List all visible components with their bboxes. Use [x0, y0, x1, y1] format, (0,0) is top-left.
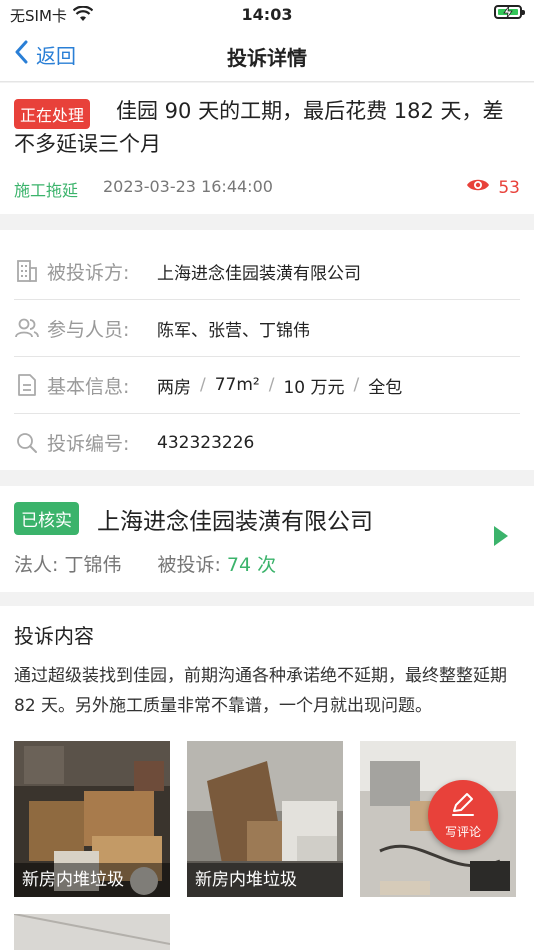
complaint-datetime: 2023-03-23 16:44:00 — [103, 177, 273, 196]
participants-row: 参与人员: 陈军、张营、丁锦伟 — [14, 300, 520, 357]
clock: 14:03 — [241, 5, 293, 24]
pen-icon — [450, 791, 476, 821]
category-tag: 施工拖延 — [14, 181, 79, 200]
complaint-title-continued: 不多延误三个月 — [14, 132, 161, 156]
photo-4[interactable] — [14, 914, 170, 950]
company-meta: 法人: 丁锦伟 被投诉: 74 次 — [14, 550, 276, 577]
play-arrow-icon[interactable] — [492, 524, 510, 552]
complaint-count-label: 被投诉: — [157, 554, 221, 576]
search-icon — [14, 430, 40, 456]
budget-value: 10 万元 — [283, 377, 345, 398]
complaint-title: 佳园 90 天的工期，最后花费 182 天，差 — [116, 99, 504, 123]
complaint-number-row: 投诉编号: 432323226 — [14, 414, 520, 471]
company-name: 上海进念佳园装潢有限公司 — [97, 509, 373, 535]
photo-1[interactable]: 新房内堆垃圾 — [14, 741, 170, 897]
navigation-bar: 返回 投诉详情 — [0, 28, 534, 82]
legal-person: 法人: 丁锦伟 — [14, 550, 121, 577]
basic-info-row: 基本信息: 两房/ 77m²/ 10 万元 / 全包 — [14, 357, 520, 414]
basic-info-label: 基本信息: — [47, 375, 130, 398]
respondent-row: 被投诉方: 上海进念佳园装潢有限公司 — [14, 243, 520, 300]
view-count-value: 53 — [498, 177, 520, 198]
page-title: 投诉详情 — [227, 46, 307, 70]
legal-person-value: 丁锦伟 — [64, 554, 122, 576]
complaint-count: 被投诉: 74 次 — [157, 550, 276, 577]
area-value: 77m² — [214, 375, 260, 395]
participants-value: 陈军、张营、丁锦伟 — [157, 320, 310, 341]
view-count: 53 — [466, 177, 520, 198]
rooms-value: 两房 — [157, 377, 191, 398]
photo-caption: 新房内堆垃圾 — [14, 863, 170, 897]
participants-label: 参与人员: — [47, 318, 130, 341]
company-card[interactable]: 已核实 上海进念佳园装潢有限公司 法人: 丁锦伟 被投诉: 74 次 — [0, 486, 534, 592]
status-badge: 正在处理 — [14, 99, 91, 129]
building-icon — [14, 258, 40, 284]
complaint-info: 被投诉方: 上海进念佳园装潢有限公司 参与人员: 陈军、张营、丁锦伟 基本信息:… — [0, 230, 534, 470]
content-heading: 投诉内容 — [14, 624, 94, 648]
contract-type-value: 全包 — [368, 377, 403, 398]
respondent-label: 被投诉方: — [47, 261, 130, 284]
photo-2[interactable]: 新房内堆垃圾 — [187, 741, 343, 897]
people-icon — [14, 315, 40, 341]
complaint-number-label: 投诉编号: — [47, 433, 130, 455]
complaint-meta: 施工拖延 2023-03-23 16:44:00 53 — [14, 175, 520, 200]
complaint-header: 正在处理 佳园 90 天的工期，最后花费 182 天，差 不多延误三个月 施工拖… — [0, 83, 534, 214]
status-bar: 无SIM卡 14:03 — [0, 0, 534, 28]
document-icon — [14, 372, 40, 398]
write-comment-label: 写评论 — [444, 824, 481, 839]
battery-icon — [494, 5, 525, 19]
eye-icon — [466, 177, 490, 198]
complaint-content: 投诉内容 通过超级装找到佳园，前期沟通各种承诺绝不延期，最终整整延期 82 天。… — [0, 606, 534, 950]
complaint-count-value: 74 次 — [226, 554, 277, 576]
verified-badge: 已核实 — [14, 502, 79, 535]
complaint-number-value: 432323226 — [157, 432, 255, 453]
respondent-value: 上海进念佳园装潢有限公司 — [157, 263, 361, 284]
basic-info-value: 两房/ 77m²/ 10 万元 / 全包 — [157, 373, 402, 398]
photo-caption: 新房内堆垃圾 — [187, 863, 343, 897]
legal-person-label: 法人: — [14, 554, 59, 576]
write-comment-button[interactable]: 写评论 — [428, 780, 498, 850]
content-body: 通过超级装找到佳园，前期沟通各种承诺绝不延期，最终整整延期 82 天。另外施工质… — [14, 666, 507, 716]
